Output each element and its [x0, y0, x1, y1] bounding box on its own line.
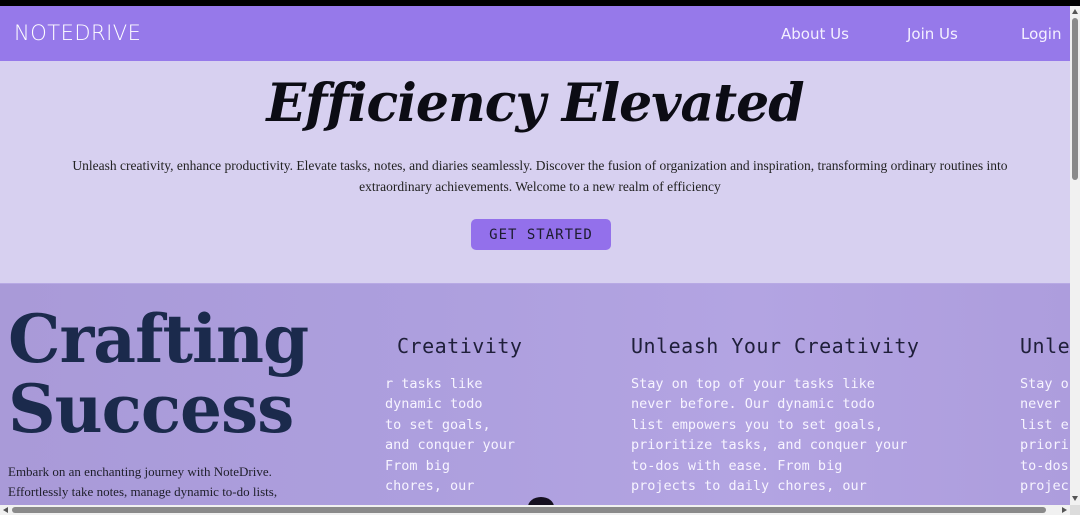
scroll-down-arrow-icon[interactable] [1072, 496, 1078, 501]
hero-title: Efficiency Elevated [266, 73, 804, 134]
feature-card: Creativity r tasks like dynamic todo to … [385, 334, 522, 496]
decorative-blob [528, 497, 554, 505]
brand-logo[interactable]: NOTEDRIVE [14, 21, 141, 45]
scroll-left-arrow-icon[interactable] [3, 507, 8, 513]
feature-card: Unleash Your Creativity Stay on top of y… [631, 334, 919, 496]
features-heading: Crafting Success [8, 300, 309, 448]
feature-card-body: Stay on top of your tasks like never bef… [631, 376, 908, 495]
feature-card: Unle Stay o never list e priori to-dos p… [1020, 334, 1070, 496]
nav-login[interactable]: Login [1021, 25, 1061, 43]
feature-card-title: Unle [1020, 334, 1070, 358]
nav-join-us[interactable]: Join Us [907, 25, 958, 43]
nav-about-us[interactable]: About Us [781, 25, 849, 43]
hero-description-line1: Unleash creativity, enhance productivity… [72, 158, 1008, 173]
feature-card-title: Creativity [397, 334, 523, 358]
features-intro-line2: Effortlessly take notes, manage dynamic … [8, 484, 278, 499]
feature-card-body: r tasks like dynamic todo to set goals, … [385, 376, 516, 495]
feature-card-title: Unleash Your Creativity [631, 334, 920, 358]
hero-section: Efficiency Elevated Unleash creativity, … [0, 61, 1070, 283]
scroll-right-arrow-icon[interactable] [1062, 507, 1067, 513]
scroll-up-arrow-icon[interactable] [1072, 9, 1078, 14]
features-section: Crafting Success Embark on an enchanting… [0, 283, 1070, 505]
features-heading-line2: Success [8, 370, 294, 448]
window-bottom-edge [0, 515, 1080, 519]
navbar: NOTEDRIVE About Us Join Us Login [0, 6, 1070, 61]
features-intro: Embark on an enchanting journey with Not… [8, 462, 328, 502]
get-started-button[interactable]: GET STARTED [471, 219, 611, 250]
features-heading-line1: Crafting [8, 300, 309, 378]
vertical-scrollbar-thumb[interactable] [1072, 18, 1078, 180]
feature-card-body: Stay o never list e priori to-dos projec [1020, 376, 1069, 495]
hero-description-line2: extraordinary achievements. Welcome to a… [359, 179, 721, 194]
scrollbar-corner [1070, 505, 1080, 515]
features-intro-line1: Embark on an enchanting journey with Not… [8, 464, 272, 479]
hero-description: Unleash creativity, enhance productivity… [40, 155, 1040, 197]
horizontal-scrollbar-thumb[interactable] [12, 507, 1046, 513]
page: NOTEDRIVE About Us Join Us Login Efficie… [0, 6, 1070, 505]
